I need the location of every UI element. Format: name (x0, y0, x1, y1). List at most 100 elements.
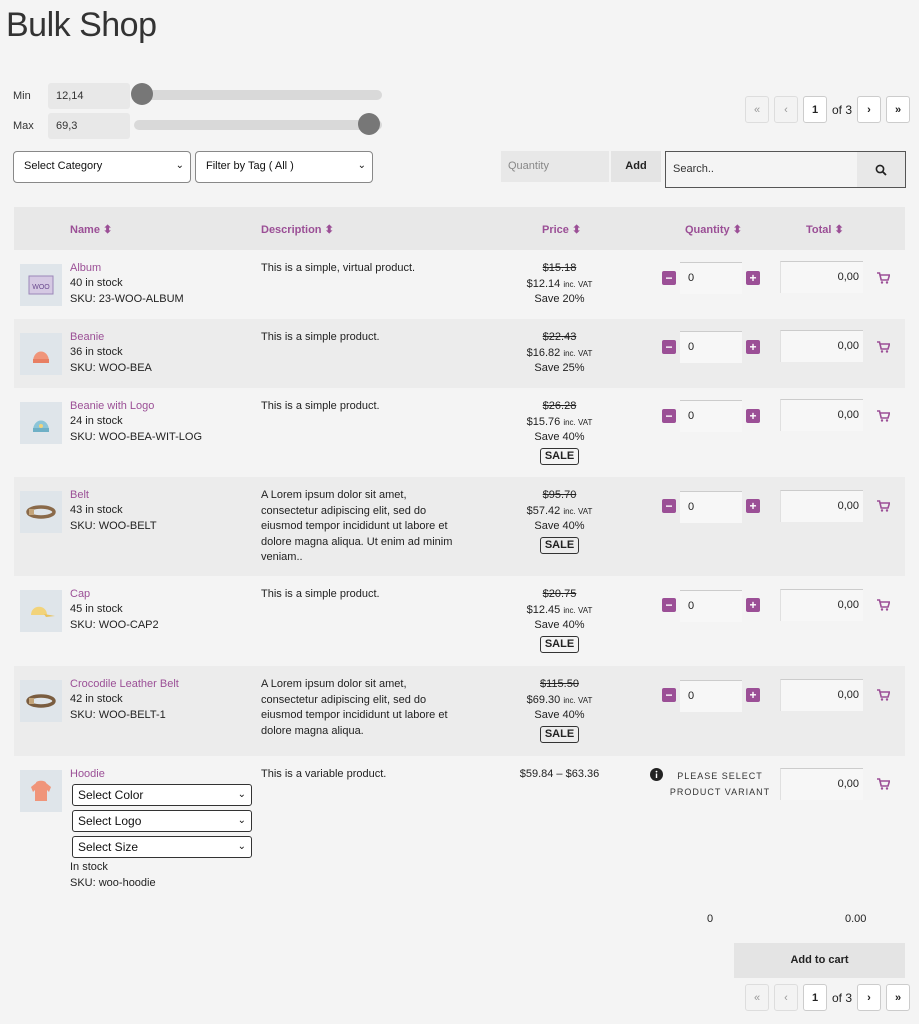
decrease-qty-button[interactable]: − (662, 688, 676, 702)
column-name[interactable]: Name ⬍ (70, 223, 112, 236)
stock-status: 43 in stock (70, 504, 123, 516)
current-page-button[interactable]: 1 (803, 984, 827, 1011)
quantity-input[interactable]: 0 (680, 400, 742, 432)
table-header: Name ⬍ Description ⬍ Price ⬍ Quantity ⬍ … (14, 207, 905, 250)
cart-icon[interactable] (877, 410, 890, 422)
decrease-qty-button[interactable]: − (662, 340, 676, 354)
product-thumbnail[interactable] (20, 770, 62, 812)
search-button[interactable] (857, 152, 905, 187)
min-slider-handle[interactable] (131, 83, 153, 105)
product-name-link[interactable]: Album (70, 262, 101, 274)
color-select-label: Select Color (78, 788, 144, 802)
column-price[interactable]: Price ⬍ (542, 223, 581, 236)
decrease-qty-button[interactable]: − (662, 499, 676, 513)
regular-price: $115.50 (540, 678, 579, 690)
increase-qty-button[interactable]: + (746, 271, 760, 285)
first-page-button[interactable]: « (745, 96, 769, 123)
product-thumbnail[interactable] (20, 680, 62, 722)
total-quantity: 0 (707, 913, 714, 925)
column-description[interactable]: Description ⬍ (261, 223, 334, 236)
product-description: This is a variable product. (261, 768, 387, 780)
sale-price: $15.76 (526, 415, 561, 428)
product-thumbnail[interactable] (20, 590, 62, 632)
sort-icon: ⬍ (732, 224, 742, 236)
product-name-link[interactable]: Crocodile Leather Belt (70, 678, 179, 690)
product-thumbnail[interactable]: WOO (20, 264, 62, 306)
column-quantity[interactable]: Quantity ⬍ (685, 223, 742, 236)
decrease-qty-button[interactable]: − (662, 598, 676, 612)
product-name-link[interactable]: Beanie with Logo (70, 400, 154, 412)
prev-page-button[interactable]: ‹ (774, 984, 798, 1011)
category-select[interactable]: Select Category ⌄ (13, 151, 191, 183)
row-total: 0,00 (780, 490, 863, 522)
chevron-down-icon: ⌄ (175, 160, 184, 171)
search-input[interactable]: Search.. (673, 163, 714, 175)
logo-select[interactable]: Select Logo ⌄ (72, 810, 252, 832)
cart-icon[interactable] (877, 689, 890, 701)
increase-qty-button[interactable]: + (746, 598, 760, 612)
product-sku: SKU: woo-hoodie (70, 876, 156, 889)
prev-page-button[interactable]: ‹ (774, 96, 798, 123)
last-page-button[interactable]: » (886, 96, 911, 123)
product-name-link[interactable]: Belt (70, 489, 89, 501)
add-to-cart-button[interactable]: Add to cart (734, 943, 905, 978)
vat-note: inc. VAT (563, 605, 593, 615)
product-sku: SKU: WOO-BEA (70, 361, 152, 374)
increase-qty-button[interactable]: + (746, 340, 760, 354)
color-select[interactable]: Select Color ⌄ (72, 784, 252, 806)
table-row: Belt 43 in stock SKU: WOO-BELT A Lorem i… (14, 477, 905, 576)
cart-icon[interactable] (877, 778, 890, 790)
total-amount: 0.00 (845, 913, 867, 925)
next-page-button[interactable]: › (857, 96, 882, 123)
svg-text:WOO: WOO (32, 284, 50, 291)
decrease-qty-button[interactable]: − (662, 271, 676, 285)
table-row: Hoodie Select Color ⌄ Select Logo ⌄ Sele… (14, 756, 905, 900)
page-count: of 3 (832, 102, 853, 117)
next-page-button[interactable]: › (857, 984, 882, 1011)
decrease-qty-button[interactable]: − (662, 409, 676, 423)
quantity-input[interactable]: 0 (680, 680, 742, 712)
stock-status: 24 in stock (70, 415, 123, 427)
product-sku: SKU: WOO-BEA-WIT-LOG (70, 430, 203, 443)
product-description: This is a simple product. (261, 331, 380, 343)
max-slider-handle[interactable] (358, 113, 380, 135)
sale-badge: SALE (539, 725, 580, 743)
quantity-input[interactable]: 0 (680, 331, 742, 363)
max-label: Max (13, 120, 34, 132)
sale-badge: SALE (539, 447, 580, 465)
last-page-button[interactable]: » (886, 984, 911, 1011)
size-select[interactable]: Select Size ⌄ (72, 836, 252, 858)
table-row: Crocodile Leather Belt 42 in stock SKU: … (14, 666, 905, 756)
current-page-button[interactable]: 1 (803, 96, 827, 123)
max-slider-track[interactable] (134, 120, 382, 130)
product-sku: SKU: WOO-BELT (70, 519, 157, 532)
product-thumbnail[interactable] (20, 491, 62, 533)
max-value-input[interactable]: 69,3 (48, 113, 130, 139)
quick-add-quantity-input[interactable]: Quantity (501, 151, 609, 182)
product-name-link[interactable]: Hoodie (70, 768, 105, 780)
min-slider-track[interactable] (134, 90, 382, 100)
cart-icon[interactable] (877, 341, 890, 353)
product-price: $115.50 $69.30 inc. VAT Save 40% SALE (496, 677, 623, 743)
increase-qty-button[interactable]: + (746, 499, 760, 513)
min-value-input[interactable]: 12,14 (48, 83, 130, 109)
quantity-input[interactable]: 0 (680, 491, 742, 523)
quantity-input[interactable]: 0 (680, 262, 742, 294)
cart-icon[interactable] (877, 599, 890, 611)
quantity-input[interactable]: 0 (680, 590, 742, 622)
increase-qty-button[interactable]: + (746, 688, 760, 702)
cart-icon[interactable] (877, 272, 890, 284)
column-total[interactable]: Total ⬍ (806, 223, 844, 236)
stock-status: 40 in stock (70, 277, 123, 289)
tag-select[interactable]: Filter by Tag ( All ) ⌄ (195, 151, 373, 183)
cart-icon[interactable] (877, 500, 890, 512)
product-thumbnail[interactable] (20, 333, 62, 375)
chevron-down-icon: ⌄ (237, 789, 246, 800)
product-name-link[interactable]: Beanie (70, 331, 104, 343)
first-page-button[interactable]: « (745, 984, 769, 1011)
sale-price: $57.42 (526, 504, 561, 517)
increase-qty-button[interactable]: + (746, 409, 760, 423)
quick-add-button[interactable]: Add (611, 151, 661, 182)
product-thumbnail[interactable] (20, 402, 62, 444)
product-name-link[interactable]: Cap (70, 588, 90, 600)
